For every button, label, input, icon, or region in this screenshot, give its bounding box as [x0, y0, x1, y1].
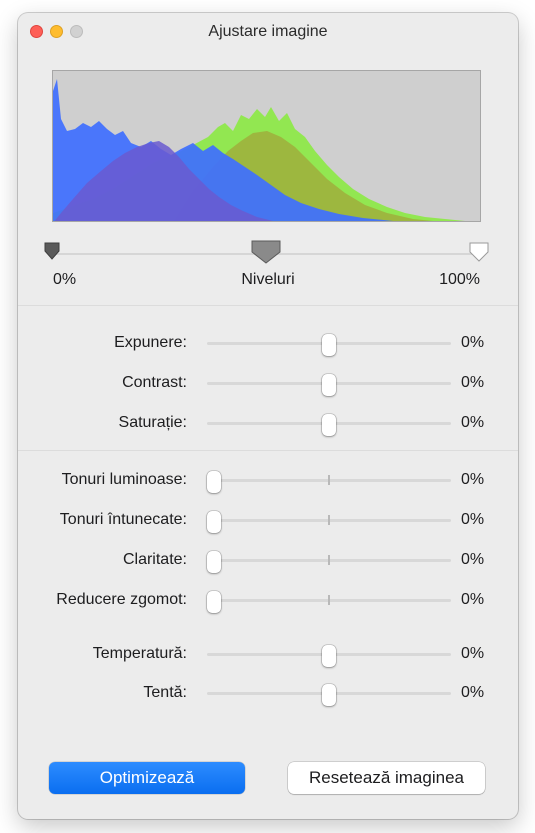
adjust-label: Reducere zgomot:	[56, 591, 187, 608]
adjust-label: Expunere:	[114, 334, 187, 351]
exposure-slider[interactable]	[207, 334, 451, 356]
white-point-handle[interactable]	[469, 242, 489, 267]
center-tick	[328, 475, 330, 485]
divider	[18, 305, 518, 306]
optimize-button[interactable]: Optimizează	[49, 762, 245, 794]
adjust-label: Tonuri întunecate:	[59, 511, 187, 528]
adjust-value: 0%	[461, 645, 485, 662]
temperature-slider[interactable]	[207, 645, 451, 667]
adjust-row-contrast: Contrast: 0%	[18, 368, 518, 398]
adjust-row-exposure: Expunere: 0%	[18, 328, 518, 358]
levels-min-label: 0%	[53, 271, 77, 288]
slider-thumb[interactable]	[322, 374, 336, 396]
adjust-value: 0%	[461, 591, 485, 608]
adjust-value: 0%	[461, 414, 485, 431]
clarity-slider[interactable]	[207, 551, 451, 573]
zoom-icon[interactable]	[70, 25, 83, 38]
minimize-icon[interactable]	[50, 25, 63, 38]
slider-thumb[interactable]	[322, 645, 336, 667]
window-title: Ajustare imagine	[208, 22, 328, 40]
slider-thumb[interactable]	[322, 334, 336, 356]
slider-thumb[interactable]	[207, 471, 221, 493]
slider-thumb[interactable]	[207, 511, 221, 533]
levels-title: Niveluri	[241, 271, 295, 288]
adjust-row-saturation: Saturație: 0%	[18, 408, 518, 438]
divider	[18, 450, 518, 451]
center-tick	[328, 515, 330, 525]
slider-thumb[interactable]	[322, 414, 336, 436]
levels-histogram	[52, 70, 481, 222]
adjust-row-shadows: Tonuri întunecate: 0%	[18, 505, 518, 535]
midpoint-handle[interactable]	[250, 240, 282, 269]
adjust-label: Claritate:	[122, 551, 187, 568]
adjust-value: 0%	[461, 471, 485, 488]
black-point-handle[interactable]	[44, 242, 60, 265]
image-adjust-window: Ajustare imagine 0% Niveluri 100% Expune…	[18, 13, 518, 819]
adjust-value: 0%	[461, 511, 485, 528]
adjust-value: 0%	[461, 551, 485, 568]
adjust-row-highlights: Tonuri luminoase: 0%	[18, 465, 518, 495]
adjust-label: Tonuri luminoase:	[61, 471, 187, 488]
close-icon[interactable]	[30, 25, 43, 38]
title-bar[interactable]: Ajustare imagine	[18, 13, 518, 50]
center-tick	[328, 595, 330, 605]
center-tick	[328, 555, 330, 565]
adjust-row-tint: Tentă: 0%	[18, 678, 518, 708]
adjust-value: 0%	[461, 374, 485, 391]
contrast-slider[interactable]	[207, 374, 451, 396]
slider-thumb[interactable]	[322, 684, 336, 706]
saturation-slider[interactable]	[207, 414, 451, 436]
adjust-row-temperature: Temperatură: 0%	[18, 639, 518, 669]
tint-slider[interactable]	[207, 684, 451, 706]
adjust-label: Tentă:	[143, 684, 187, 701]
adjust-label: Contrast:	[122, 374, 187, 391]
reset-image-button[interactable]: Resetează imaginea	[288, 762, 485, 794]
adjust-value: 0%	[461, 684, 485, 701]
slider-thumb[interactable]	[207, 551, 221, 573]
levels-max-label: 100%	[439, 271, 480, 288]
noise-reduction-slider[interactable]	[207, 591, 451, 613]
adjust-value: 0%	[461, 334, 485, 351]
adjust-label: Saturație:	[118, 414, 187, 431]
highlights-slider[interactable]	[207, 471, 451, 493]
shadows-slider[interactable]	[207, 511, 451, 533]
adjust-row-clarity: Claritate: 0%	[18, 545, 518, 575]
slider-thumb[interactable]	[207, 591, 221, 613]
adjust-row-noise-reduction: Reducere zgomot: 0%	[18, 585, 518, 615]
adjust-label: Temperatură:	[92, 645, 187, 662]
